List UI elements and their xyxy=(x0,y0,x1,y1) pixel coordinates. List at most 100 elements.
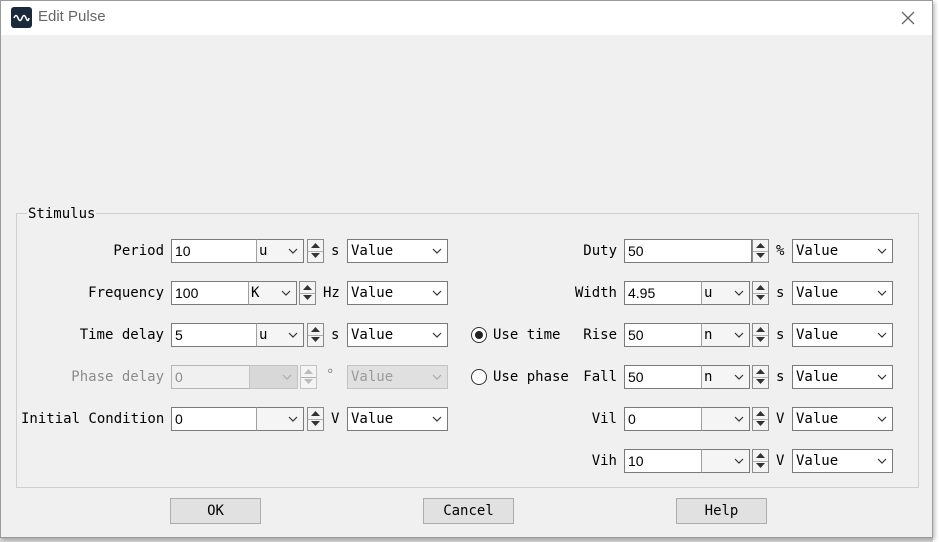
spin-down-icon[interactable] xyxy=(308,335,323,346)
spin-down-icon[interactable] xyxy=(753,461,768,472)
vih-unit-select[interactable] xyxy=(701,449,750,473)
use-phase-radio[interactable] xyxy=(471,369,487,385)
vih-label: Vih xyxy=(591,453,617,469)
frequency-input[interactable]: 100 xyxy=(171,281,249,305)
vih-mode-select[interactable]: Value xyxy=(792,449,893,473)
chevron-down-icon xyxy=(877,332,887,338)
width-spinner[interactable] xyxy=(752,281,769,305)
phase-delay-unit: ° xyxy=(326,367,335,383)
rise-unit-prefix: n xyxy=(704,327,713,343)
period-mode-select[interactable]: Value xyxy=(347,239,448,263)
initial-condition-mode-select[interactable]: Value xyxy=(347,407,448,431)
period-unit-select[interactable]: u xyxy=(256,239,304,263)
spin-down-icon xyxy=(301,377,316,388)
close-icon[interactable] xyxy=(896,6,920,30)
width-unit-prefix: u xyxy=(704,285,713,301)
chevron-down-icon xyxy=(877,248,887,254)
chevron-down-icon xyxy=(432,416,442,422)
frequency-label: Frequency xyxy=(88,285,164,301)
window-title: Edit Pulse xyxy=(38,8,106,25)
chevron-down-icon xyxy=(432,248,442,254)
chevron-down-icon xyxy=(432,374,442,380)
frequency-mode: Value xyxy=(351,285,394,301)
chevron-down-icon xyxy=(432,332,442,338)
chevron-down-icon xyxy=(288,248,298,254)
cancel-button[interactable]: Cancel xyxy=(423,498,514,524)
time-delay-unit-prefix: u xyxy=(259,327,268,343)
period-label: Period xyxy=(113,243,164,259)
chevron-down-icon xyxy=(877,374,887,380)
duty-spinner[interactable] xyxy=(752,239,769,263)
use-time-label[interactable]: Use time xyxy=(493,323,560,347)
stimulus-group-label: Stimulus xyxy=(27,206,97,222)
time-delay-unit-select[interactable]: u xyxy=(256,323,304,347)
width-input[interactable]: 4.95 xyxy=(624,281,702,305)
initial-condition-unit-select[interactable] xyxy=(256,407,304,431)
time-delay-input[interactable]: 5 xyxy=(171,323,257,347)
fall-mode: Value xyxy=(796,369,839,385)
frequency-mode-select[interactable]: Value xyxy=(347,281,448,305)
spin-down-icon[interactable] xyxy=(753,293,768,304)
fall-spinner[interactable] xyxy=(752,365,769,389)
time-delay-spinner[interactable] xyxy=(307,323,324,347)
vih-input[interactable]: 10 xyxy=(624,449,702,473)
frequency-spinner[interactable] xyxy=(299,281,316,305)
chevron-down-icon xyxy=(288,416,298,422)
spin-down-icon[interactable] xyxy=(753,419,768,430)
period-spinner[interactable] xyxy=(307,239,324,263)
width-unit-select[interactable]: u xyxy=(701,281,750,305)
use-time-radio[interactable] xyxy=(471,327,487,343)
time-delay-unit: s xyxy=(331,327,340,343)
rise-mode-select[interactable]: Value xyxy=(792,323,893,347)
rise-spinner[interactable] xyxy=(752,323,769,347)
chevron-down-icon xyxy=(734,458,744,464)
rise-input[interactable]: 50 xyxy=(624,323,702,347)
spin-down-icon[interactable] xyxy=(753,377,768,388)
fall-unit-select[interactable]: n xyxy=(701,365,750,389)
fall-unit-prefix: n xyxy=(704,369,713,385)
spin-down-icon[interactable] xyxy=(308,419,323,430)
fall-unit: s xyxy=(776,369,785,385)
vil-label: Vil xyxy=(591,411,617,427)
frequency-unit: Hz xyxy=(323,285,340,301)
title-bar: Edit Pulse xyxy=(1,1,932,35)
phase-delay-spinner xyxy=(300,365,317,389)
chevron-down-icon xyxy=(877,290,887,296)
time-delay-mode-select[interactable]: Value xyxy=(347,323,448,347)
spin-down-icon[interactable] xyxy=(753,335,768,346)
period-input[interactable]: 10 xyxy=(171,239,257,263)
ok-button[interactable]: OK xyxy=(170,498,261,524)
fall-input[interactable]: 50 xyxy=(624,365,702,389)
background-window xyxy=(933,0,939,542)
use-phase-label[interactable]: Use phase xyxy=(493,365,569,389)
frequency-unit-prefix: K xyxy=(251,285,260,301)
fall-mode-select[interactable]: Value xyxy=(792,365,893,389)
help-button[interactable]: Help xyxy=(676,498,767,524)
frequency-unit-select[interactable]: K xyxy=(248,281,297,305)
chevron-down-icon xyxy=(734,416,744,422)
vil-spinner[interactable] xyxy=(752,407,769,431)
chevron-down-icon xyxy=(734,374,744,380)
initial-condition-unit: V xyxy=(331,411,340,427)
chevron-down-icon xyxy=(734,332,744,338)
duty-input[interactable]: 50 xyxy=(624,239,752,263)
duty-unit: % xyxy=(776,243,785,259)
initial-condition-spinner[interactable] xyxy=(307,407,324,431)
chevron-down-icon xyxy=(734,290,744,296)
rise-unit-select[interactable]: n xyxy=(701,323,750,347)
vil-mode-select[interactable]: Value xyxy=(792,407,893,431)
spin-down-icon[interactable] xyxy=(308,251,323,262)
vih-spinner[interactable] xyxy=(752,449,769,473)
vil-mode: Value xyxy=(796,411,839,427)
vil-input[interactable]: 0 xyxy=(624,407,702,431)
width-mode-select[interactable]: Value xyxy=(792,281,893,305)
duty-label: Duty xyxy=(583,243,617,259)
spin-down-icon[interactable] xyxy=(300,293,315,304)
duty-mode-select[interactable]: Value xyxy=(792,239,893,263)
spin-down-icon[interactable] xyxy=(753,251,768,262)
initial-condition-label: Initial Condition xyxy=(21,411,165,427)
initial-condition-input[interactable]: 0 xyxy=(171,407,257,431)
period-unit: s xyxy=(331,243,340,259)
vil-unit-select[interactable] xyxy=(701,407,750,431)
width-mode: Value xyxy=(796,285,839,301)
